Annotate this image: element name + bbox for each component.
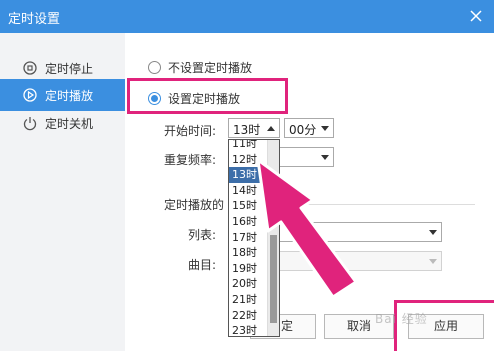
minute-value: 00分: [289, 123, 317, 137]
radio-button[interactable]: [148, 61, 161, 74]
dropdown-option[interactable]: 21时: [229, 292, 267, 308]
chevron-down-icon: [429, 259, 437, 264]
track-label: 曲目:: [188, 258, 217, 272]
sidebar: 定时停止 定时播放 定时关机: [0, 33, 125, 351]
dropdown-scrollbar[interactable]: [267, 140, 279, 336]
title-bar: 定时设置: [0, 0, 494, 33]
section-divider: [285, 204, 475, 205]
chevron-down-icon: [321, 155, 329, 160]
sidebar-item-label: 定时播放: [45, 88, 94, 103]
close-icon[interactable]: [468, 8, 484, 24]
chevron-down-icon: [429, 230, 437, 235]
dropdown-option[interactable]: 19时: [229, 261, 267, 277]
radio-no-timer[interactable]: 不设置定时播放: [148, 59, 252, 76]
chevron-up-icon: [267, 126, 275, 131]
hour-value: 13时: [233, 123, 261, 137]
dropdown-option[interactable]: 12时: [229, 152, 267, 168]
stop-timer-icon: [22, 60, 38, 76]
start-time-label: 开始时间:: [164, 124, 217, 138]
dropdown-option[interactable]: 22时: [229, 308, 267, 324]
hour-select[interactable]: 13时: [228, 118, 280, 138]
dropdown-option[interactable]: 18时: [229, 245, 267, 261]
play-timer-icon: [22, 87, 38, 103]
sidebar-item-label: 定时停止: [45, 61, 94, 76]
radio-label: 不设置定时播放: [168, 61, 253, 75]
watermark: Bai 经验: [375, 312, 428, 326]
minute-select[interactable]: 00分: [284, 118, 334, 138]
sidebar-item-shutdown-timer[interactable]: 定时关机: [0, 107, 125, 139]
chevron-down-icon: [321, 126, 329, 131]
dropdown-option[interactable]: 14时: [229, 183, 267, 199]
dropdown-option[interactable]: 20时: [229, 276, 267, 292]
section-label: 定时播放的: [164, 198, 225, 212]
list-label: 列表:: [188, 228, 217, 242]
sidebar-item-label: 定时关机: [45, 116, 94, 131]
dropdown-option[interactable]: 17时: [229, 230, 267, 246]
dropdown-option[interactable]: 23时: [229, 323, 267, 336]
dropdown-option[interactable]: 16时: [229, 214, 267, 230]
scrollbar-thumb[interactable]: [270, 235, 277, 323]
dropdown-option[interactable]: 15时: [229, 198, 267, 214]
repeat-label: 重复频率:: [164, 153, 217, 167]
power-icon: [22, 115, 38, 131]
hour-dropdown-list[interactable]: 11时 12时 13时 14时 15时 16时 17时 18时 19时 20时 …: [228, 139, 280, 337]
dropdown-option-selected[interactable]: 13时: [229, 167, 267, 183]
highlight-box-timer-option: [127, 78, 288, 114]
dropdown-option[interactable]: 11时: [229, 140, 267, 152]
window-title: 定时设置: [8, 12, 61, 27]
